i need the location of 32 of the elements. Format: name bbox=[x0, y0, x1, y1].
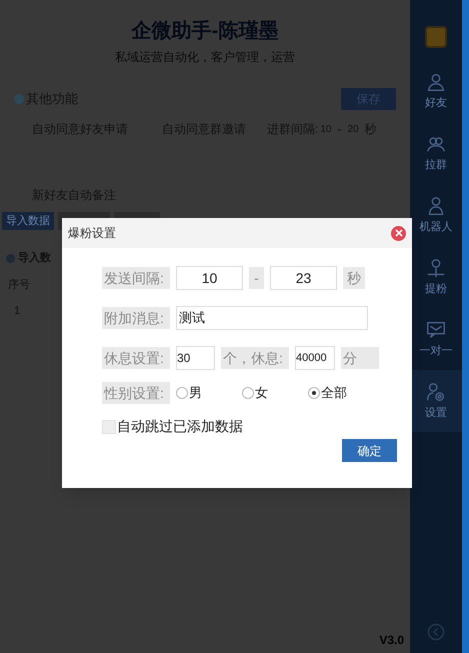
radio-button[interactable]: 全部 bbox=[308, 383, 347, 403]
radio-button[interactable]: 男 bbox=[176, 383, 242, 403]
confirm-button[interactable]: 确定 bbox=[342, 439, 397, 462]
field-label: 个，休息: bbox=[221, 347, 289, 369]
toolbar-button[interactable]: 导入数据 bbox=[2, 212, 54, 230]
field-label: 发送间隔: bbox=[102, 267, 170, 289]
input-field[interactable]: 10 bbox=[176, 266, 243, 290]
separator-label: - bbox=[249, 267, 264, 289]
user-settings-icon bbox=[425, 380, 447, 403]
sidebar-item[interactable]: 好友 bbox=[410, 60, 462, 122]
unit-label: 秒 bbox=[343, 267, 365, 289]
input-field[interactable]: 23 bbox=[270, 266, 337, 290]
unit-label: 分 bbox=[341, 347, 379, 369]
dialog-title: 爆粉设置 bbox=[68, 225, 116, 242]
field-label: 附加消息: bbox=[102, 307, 170, 329]
input-field[interactable]: 30 bbox=[176, 346, 215, 370]
field-label: 休息设置: bbox=[102, 347, 170, 369]
sidebar-item[interactable]: 提粉 bbox=[410, 246, 462, 308]
sidebar-item[interactable]: 设置 bbox=[410, 370, 462, 432]
close-button[interactable] bbox=[391, 226, 406, 240]
close-icon bbox=[394, 229, 402, 237]
sidebar-item[interactable]: 机器人 bbox=[410, 184, 462, 246]
checkbox[interactable]: 自动跳过已添加数据 bbox=[102, 416, 412, 437]
input-field[interactable]: 40000 bbox=[295, 346, 335, 370]
interval-separator: - bbox=[337, 121, 342, 138]
radio-button[interactable]: 女 bbox=[242, 383, 308, 403]
sidebar-item[interactable]: 一对一 bbox=[410, 308, 462, 370]
input-field[interactable]: 测试 bbox=[176, 306, 368, 330]
version-label: V3.0 bbox=[379, 632, 404, 649]
field-label: 性别设置: bbox=[102, 382, 170, 404]
sidebar-item[interactable]: 拉群 bbox=[410, 122, 462, 184]
app-logo-icon bbox=[425, 26, 447, 48]
